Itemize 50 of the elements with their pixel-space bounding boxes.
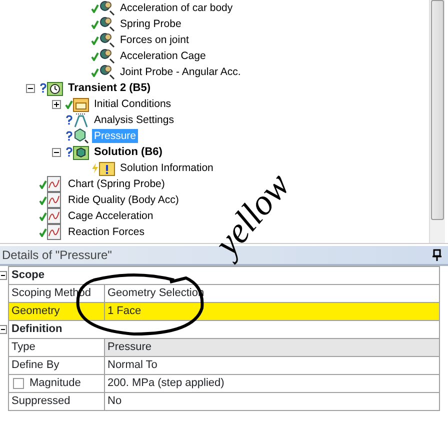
probe-icon [99, 64, 115, 80]
chart-icon [47, 208, 63, 224]
tree-item[interactable]: Acceleration of car body [118, 1, 235, 15]
chart-icon [47, 192, 63, 208]
collapse-icon[interactable] [0, 270, 7, 280]
property-value[interactable]: 1 Face [104, 302, 440, 320]
property-value[interactable]: No [104, 392, 440, 410]
tree-item[interactable]: Solution Information [118, 161, 216, 175]
cube-folder-icon [73, 144, 89, 160]
tree-item[interactable]: Solution (B6) [92, 145, 164, 159]
cube-icon [73, 128, 89, 144]
collapse-icon[interactable] [0, 324, 7, 334]
tree-item[interactable]: Ride Quality (Body Acc) [66, 193, 181, 207]
scrollbar[interactable] [429, 0, 445, 243]
tree-item[interactable]: Reaction Forces [66, 225, 146, 239]
probe-icon [99, 0, 115, 16]
checkbox[interactable] [12, 378, 24, 389]
tree-item[interactable]: Initial Conditions [92, 97, 174, 111]
property-name: Type [8, 338, 104, 356]
panel-title: Details of "Pressure" [2, 247, 112, 264]
tree-item[interactable]: Acceleration Cage [118, 49, 208, 63]
property-name: Geometry [8, 302, 104, 320]
pin-icon[interactable] [432, 249, 442, 261]
section-header[interactable]: Scope [8, 266, 440, 284]
chart-icon [47, 176, 63, 192]
probe-icon [99, 32, 115, 48]
property-name: Define By [8, 356, 104, 374]
expand-icon[interactable] [52, 100, 61, 108]
property-name: Magnitude [30, 376, 81, 392]
tree-item[interactable]: Analysis Settings [92, 113, 176, 127]
property-value[interactable]: Normal To [104, 356, 440, 374]
tree-item[interactable]: Forces on joint [118, 33, 191, 47]
chart-icon [47, 224, 63, 240]
info-folder-icon [99, 160, 115, 176]
probe-icon [99, 48, 115, 64]
probe-icon [99, 16, 115, 32]
tree-item[interactable]: Cage Acceleration [66, 209, 156, 223]
tree-item[interactable]: Joint Probe - Angular Acc. [118, 65, 243, 79]
frame-icon [73, 112, 89, 128]
collapse-icon[interactable] [26, 84, 35, 92]
property-value[interactable]: 200. MPa (step applied) [104, 374, 440, 392]
tree-item[interactable]: Spring Probe [118, 17, 184, 31]
tree-item[interactable]: Chart (Spring Probe) [66, 177, 167, 191]
folder-icon [73, 96, 89, 112]
collapse-icon[interactable] [52, 148, 61, 156]
scroll-thumb[interactable] [431, 0, 444, 220]
tree-item[interactable]: Transient 2 (B5) [66, 81, 153, 95]
property-name: Suppressed [8, 392, 104, 410]
clock-folder-icon [47, 80, 63, 96]
property-value: Pressure [104, 338, 440, 356]
